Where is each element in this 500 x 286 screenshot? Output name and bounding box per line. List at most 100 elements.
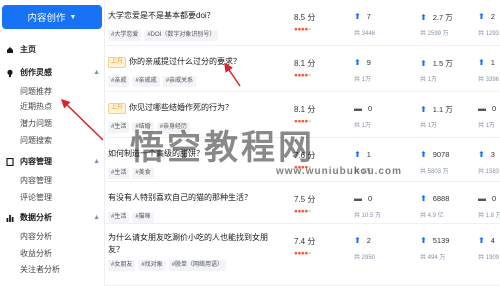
metric-value: 2: [366, 236, 371, 245]
metric-2: ⬆ 6888: [420, 194, 449, 203]
topic-row[interactable]: 大学恋爱是不是基本都要doi？ #大学恋爱 #DOI（数字对象识别号） 8.5 分 ●●…: [106, 0, 500, 46]
up-arrow-icon: ⬆: [478, 150, 485, 159]
topic-tag[interactable]: #亲戚: [108, 76, 130, 87]
nav-item-comment-manage[interactable]: 评论管理: [20, 192, 52, 203]
score-value: 8.1 分: [294, 105, 316, 114]
metric-value: 9: [366, 58, 371, 67]
metric-2: ⬆ 2.7 万: [420, 12, 453, 23]
chevron-up-icon: ▲: [93, 158, 100, 165]
question-title-text: 大学恋爱是不是基本都要doi？: [108, 11, 215, 20]
metric-value: 9078: [432, 150, 450, 159]
metric-total: 共 1万: [478, 123, 496, 129]
question-title[interactable]: 上升 你见过哪些结婚作死的行为？: [108, 102, 283, 114]
metric-total: 共 1万: [420, 123, 438, 129]
topic-row[interactable]: 为什么请女朋友吃涮价小吃的人也能找到女朋友？ #女朋友 #找对象 #脱单（网络用语） 7…: [106, 224, 500, 286]
metric-3: ⬆ 3: [478, 150, 495, 159]
metric-1: ⬆ 1: [354, 150, 371, 159]
question-title[interactable]: 大学恋爱是不是基本都要doi？: [108, 10, 283, 22]
metric-total: 共 1万: [354, 77, 372, 83]
topic-tags: #生活 #美食: [108, 168, 154, 179]
document-icon: [6, 157, 14, 166]
rising-badge: 上升: [108, 57, 127, 68]
nav-section-content[interactable]: 内容管理 ▲: [6, 156, 100, 167]
nav-item-recommended[interactable]: 问题推荐: [20, 86, 52, 97]
score-value: 8.1 分: [294, 59, 316, 68]
create-content-button[interactable]: 内容创作 ▼: [2, 5, 102, 29]
topic-tag[interactable]: #脱单（网络用语）: [168, 260, 227, 271]
watermark-url: www.wuniubukou.com: [276, 166, 402, 177]
sidebar: 内容创作 ▼ 主页 创作灵感 ▲ 问题推荐 近期热点 潜力问题 问题搜索 内容管…: [0, 0, 105, 286]
metric-value: 1.5 万: [432, 59, 453, 68]
metric-value: 2.7 万: [432, 13, 453, 22]
metric-total: 共 1万: [420, 77, 438, 83]
nav-item-content-analysis[interactable]: 内容分析: [20, 231, 52, 242]
question-title[interactable]: 有没有人特别喜欢自己的猫的那种生活？: [108, 192, 283, 204]
score-value: 7.4 分: [294, 237, 316, 246]
topic-tag[interactable]: #生活: [108, 168, 130, 179]
topic-tag[interactable]: #DOI（数字对象识别号）: [144, 30, 219, 41]
metric-value: 6888: [432, 194, 450, 203]
rating-stars: ●●●●●: [294, 72, 312, 79]
rising-badge: 上升: [108, 103, 127, 114]
nav-section-home[interactable]: 主页: [6, 44, 100, 55]
metric-total: 共 10.5 万: [354, 213, 382, 219]
topic-tag[interactable]: #生活: [108, 122, 130, 133]
up-arrow-icon: ⬆: [420, 13, 427, 22]
topic-tag[interactable]: #女朋友: [108, 260, 136, 271]
metric-total: 共 3396: [478, 77, 500, 83]
up-arrow-icon: ⬆: [354, 236, 361, 245]
topic-tag[interactable]: #亲戚戚: [132, 76, 160, 87]
star-icon: ●: [307, 72, 312, 79]
metric-3: ▬ 0: [478, 104, 496, 113]
metric-value: 0: [368, 194, 373, 203]
chevron-up-icon: ▲: [93, 214, 100, 221]
metric-value: 0: [368, 104, 373, 113]
topic-row[interactable]: 有没有人特别喜欢自己的猫的那种生活？ #生活 #猫咪 7.5 分 ●●●●● ▬ 0 共 10…: [106, 182, 500, 224]
metric-total: 共 1293: [478, 31, 500, 37]
topic-tag[interactable]: #亲戚关系: [162, 76, 197, 87]
nav-item-search[interactable]: 问题搜索: [20, 135, 52, 146]
nav-item-follower-analysis[interactable]: 关注者分析: [20, 264, 60, 275]
metric-total: 共 1583: [478, 169, 500, 175]
topic-tag[interactable]: #猫咪: [132, 212, 154, 223]
nav-section-label: 主页: [20, 45, 36, 54]
create-content-label: 内容创作: [27, 13, 66, 24]
flat-trend-icon: ▬: [478, 104, 486, 113]
nav-section-inspiration[interactable]: 创作灵感 ▲: [6, 67, 100, 78]
chevron-up-icon: ▲: [93, 69, 100, 76]
nav-item-hot-topics[interactable]: 近期热点: [20, 101, 52, 112]
metric-1: ⬆ 2: [354, 236, 371, 245]
flat-trend-icon: ▬: [354, 104, 362, 113]
flat-trend-icon: ▬: [478, 194, 486, 203]
up-arrow-icon: ⬆: [354, 12, 361, 21]
nav-item-content-manage[interactable]: 内容管理: [20, 175, 52, 186]
up-arrow-icon: ⬆: [420, 194, 427, 203]
metric-total: 共 1.8 万: [478, 213, 500, 219]
nav-section-analytics[interactable]: 数据分析 ▲: [6, 212, 100, 223]
question-title-text: 为什么请女朋友吃涮价小吃的人也能找到女朋友？: [108, 233, 268, 254]
metric-value: 7: [366, 12, 371, 21]
topic-tag[interactable]: #美食: [132, 168, 154, 179]
topic-row[interactable]: 上升 你的亲戚提过什么过分的要求？ #亲戚 #亲戚戚 #亲戚关系 8.1 分 ●●●●● ⬆ 9…: [106, 46, 500, 92]
bulb-icon: [6, 69, 14, 77]
metric-2: ⬆ 1.5 万: [420, 58, 453, 69]
chevron-down-icon: ▼: [69, 13, 77, 21]
topic-tag[interactable]: #大学恋爱: [108, 30, 142, 41]
topic-tag[interactable]: #生活: [108, 212, 130, 223]
nav-item-potential[interactable]: 潜力问题: [20, 118, 52, 129]
home-icon: [6, 46, 14, 54]
up-arrow-icon: ⬆: [354, 58, 361, 67]
question-title[interactable]: 上升 你的亲戚提过什么过分的要求？: [108, 56, 283, 68]
star-icon: ●: [307, 208, 312, 215]
topic-tag[interactable]: #找对象: [138, 260, 166, 271]
nav-item-revenue-analysis[interactable]: 收益分析: [20, 248, 52, 259]
metric-total: 共 4.9 亿: [420, 213, 444, 219]
metric-value: 1: [490, 58, 495, 67]
metric-3: ▬ 0: [478, 194, 496, 203]
metric-total: 共 494 万: [420, 255, 446, 261]
topic-tags: #亲戚 #亲戚戚 #亲戚关系: [108, 76, 197, 87]
metric-1: ⬆ 7: [354, 12, 371, 21]
metric-1: ▬ 0: [354, 104, 372, 113]
question-title-text: 有没有人特别喜欢自己的猫的那种生活？: [108, 193, 252, 202]
question-title[interactable]: 为什么请女朋友吃涮价小吃的人也能找到女朋友？: [108, 232, 283, 256]
